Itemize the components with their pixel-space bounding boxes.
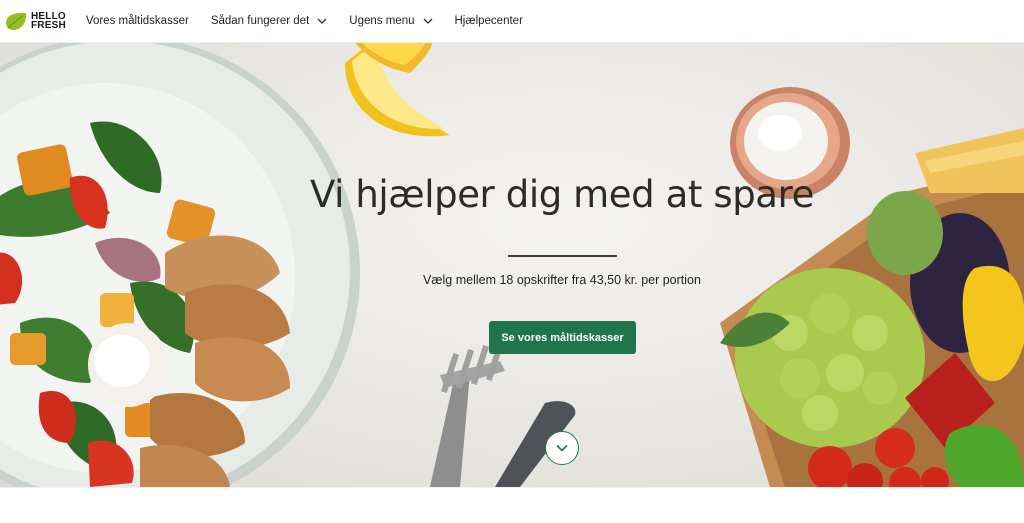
nav-item-label: Vores måltidskasser	[85, 15, 189, 27]
nav-item-meal-boxes[interactable]: Vores måltidskasser	[86, 15, 189, 27]
chevron-down-icon	[317, 18, 327, 24]
site-header: HELLO FRESH Vores måltidskasser Sådan fu…	[0, 0, 1024, 43]
nav-item-label: Ugens menu	[349, 15, 415, 27]
lemon-image	[345, 43, 450, 137]
cutlery-image	[430, 341, 576, 487]
leaf-logo-icon	[6, 12, 27, 30]
hero-food-image	[0, 43, 1024, 487]
nav-item-help-center[interactable]: Hjælpecenter	[455, 15, 523, 27]
food-plate-image	[0, 43, 360, 487]
hero-section: Vi hjælper dig med at spare Vælg mellem …	[0, 43, 1024, 487]
chevron-down-icon	[556, 444, 568, 452]
next-section-edge	[0, 487, 1024, 523]
hero-title: Vi hjælper dig med at spare	[310, 173, 814, 216]
nav-item-label: Sådan fungerer det	[210, 15, 310, 27]
hellofresh-logo[interactable]: HELLO FRESH	[4, 0, 66, 43]
nav-item-weekly-menu[interactable]: Ugens menu	[349, 15, 432, 27]
nav-item-label: Hjælpecenter	[454, 15, 523, 27]
scroll-down-button[interactable]	[545, 431, 579, 465]
logo-line-2: FRESH	[31, 20, 66, 31]
see-meal-boxes-button[interactable]: Se vores måltidskasser	[489, 321, 636, 354]
hero-subtitle: Vælg mellem 18 opskrifter fra 43,50 kr. …	[423, 273, 701, 287]
chevron-down-icon	[423, 18, 432, 24]
title-divider	[508, 255, 617, 257]
nav-item-how-it-works[interactable]: Sådan fungerer det	[211, 15, 327, 27]
main-nav: Vores måltidskasser Sådan fungerer det U…	[86, 0, 545, 43]
logo-wordmark: HELLO FRESH	[31, 12, 66, 31]
